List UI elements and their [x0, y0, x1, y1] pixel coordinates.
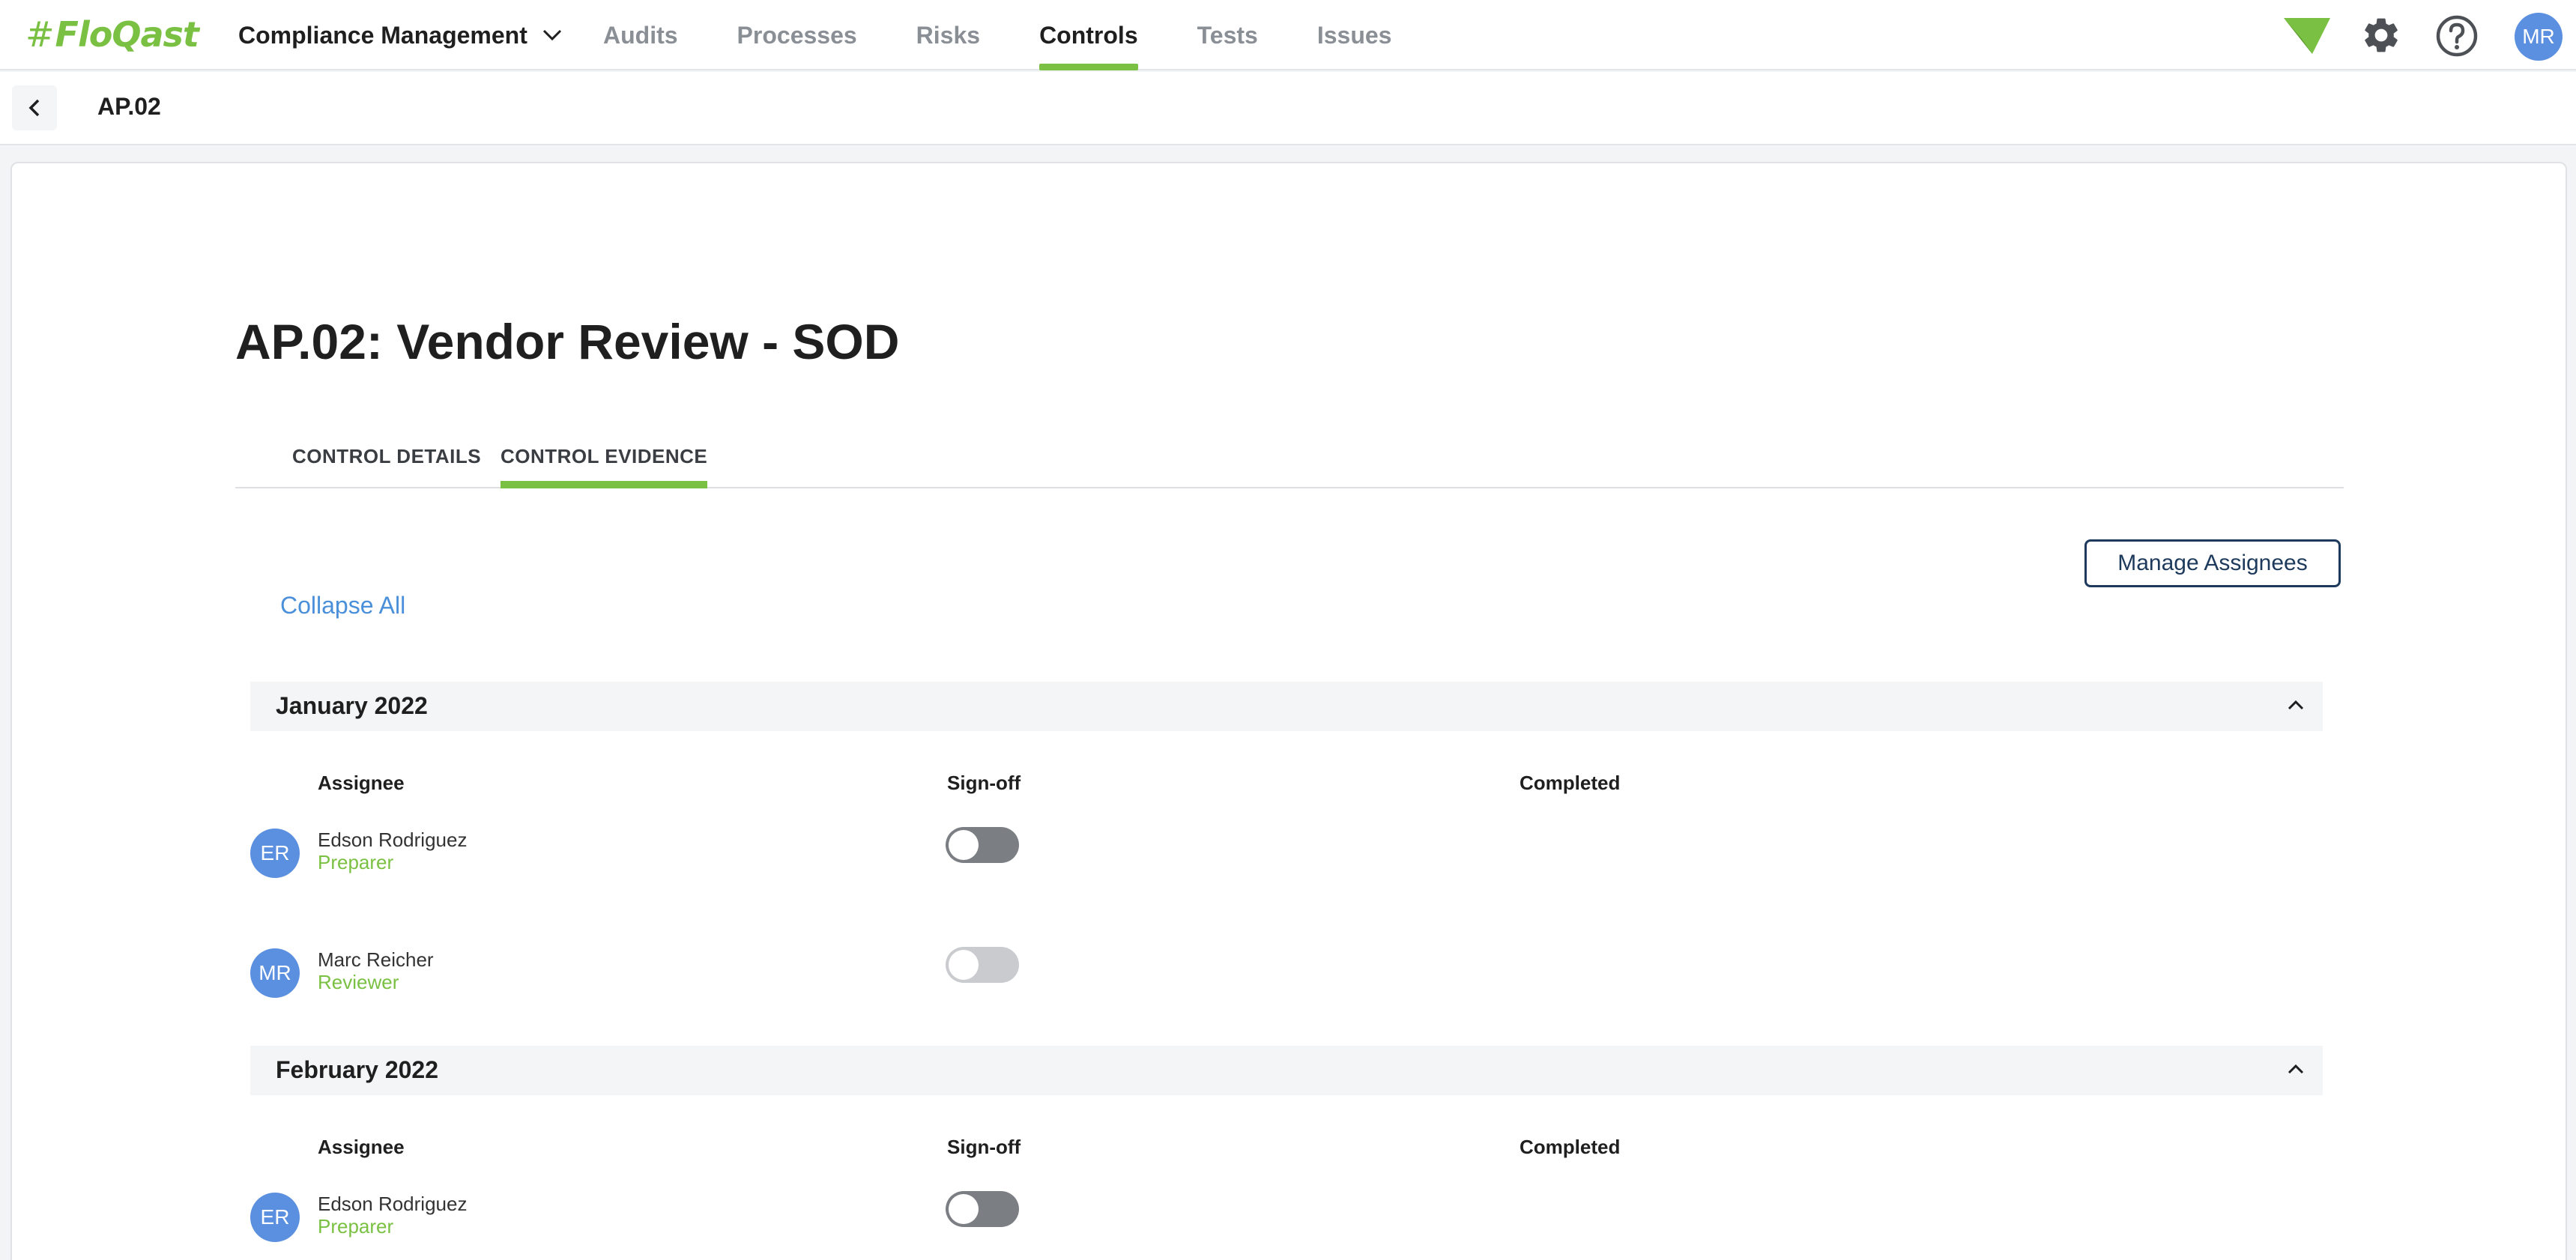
nav-processes[interactable]: Processes — [737, 0, 857, 70]
column-signoff: Sign-off — [947, 1136, 1021, 1158]
avatar: ER — [250, 1193, 300, 1242]
tab-control-details[interactable]: CONTROL DETAILS — [292, 433, 481, 487]
assignee-name: Edson Rodriguez — [318, 829, 468, 851]
breadcrumb-current: AP.02 — [97, 93, 161, 120]
help-icon[interactable] — [2435, 14, 2479, 58]
back-button[interactable] — [12, 85, 57, 130]
user-avatar[interactable]: MR — [2515, 13, 2563, 61]
avatar: ER — [250, 829, 300, 878]
assignee-role: Preparer — [318, 851, 394, 873]
avatar: MR — [250, 948, 300, 998]
top-navbar: # FloQast Compliance Management Audits P… — [0, 0, 2576, 70]
gear-icon[interactable] — [2360, 14, 2402, 56]
nav-controls[interactable]: Controls — [1039, 0, 1138, 70]
signoff-toggle[interactable] — [946, 827, 1019, 863]
chevron-left-icon — [28, 99, 40, 117]
logo-hash: # — [25, 14, 55, 55]
column-signoff: Sign-off — [947, 772, 1021, 794]
section-february-2022[interactable]: February 2022 — [250, 1046, 2323, 1095]
column-completed: Completed — [1520, 1136, 1621, 1158]
chevron-up-icon[interactable] — [2287, 1061, 2305, 1079]
logo-text: FloQast — [55, 14, 199, 55]
signoff-toggle-disabled — [946, 947, 1019, 983]
signoff-toggle[interactable] — [946, 1191, 1019, 1227]
breadcrumb: AP.02 — [0, 72, 2576, 145]
chevron-down-icon — [542, 29, 561, 41]
collapse-all-link[interactable]: Collapse All — [280, 592, 405, 620]
manage-assignees-button[interactable]: Manage Assignees — [2084, 539, 2341, 587]
assignee-role: Preparer — [318, 1215, 394, 1238]
section-january-2022[interactable]: January 2022 — [250, 682, 2323, 731]
flag-icon[interactable] — [2282, 16, 2332, 55]
chevron-up-icon[interactable] — [2287, 697, 2305, 715]
nav-audits[interactable]: Audits — [603, 0, 678, 70]
nav-risks[interactable]: Risks — [916, 0, 980, 70]
main-nav: Audits Processes Risks Controls Tests Is… — [603, 0, 1451, 70]
column-assignee: Assignee — [318, 772, 405, 794]
nav-issues[interactable]: Issues — [1317, 0, 1392, 70]
assignee-name: Edson Rodriguez — [318, 1193, 468, 1215]
toggle-knob — [949, 830, 979, 860]
control-card: AP.02: Vendor Review - SOD CONTROL DETAI… — [10, 162, 2567, 1260]
assignee-name: Marc Reicher — [318, 948, 434, 971]
tab-control-evidence[interactable]: CONTROL EVIDENCE — [501, 433, 708, 488]
column-assignee: Assignee — [318, 1136, 405, 1158]
assignee-role: Reviewer — [318, 971, 399, 993]
section-label: January 2022 — [276, 692, 428, 719]
page-title: AP.02: Vendor Review - SOD — [235, 314, 900, 369]
section-label: February 2022 — [276, 1056, 439, 1083]
nav-tests[interactable]: Tests — [1197, 0, 1258, 70]
column-completed: Completed — [1520, 772, 1621, 794]
floqast-logo[interactable]: # FloQast — [25, 10, 199, 58]
toggle-knob — [949, 1194, 979, 1224]
toggle-knob — [949, 950, 979, 980]
module-switcher[interactable]: Compliance Management — [238, 16, 562, 54]
module-label: Compliance Management — [238, 21, 527, 49]
tab-bar: CONTROL DETAILS CONTROL EVIDENCE — [235, 433, 2344, 488]
